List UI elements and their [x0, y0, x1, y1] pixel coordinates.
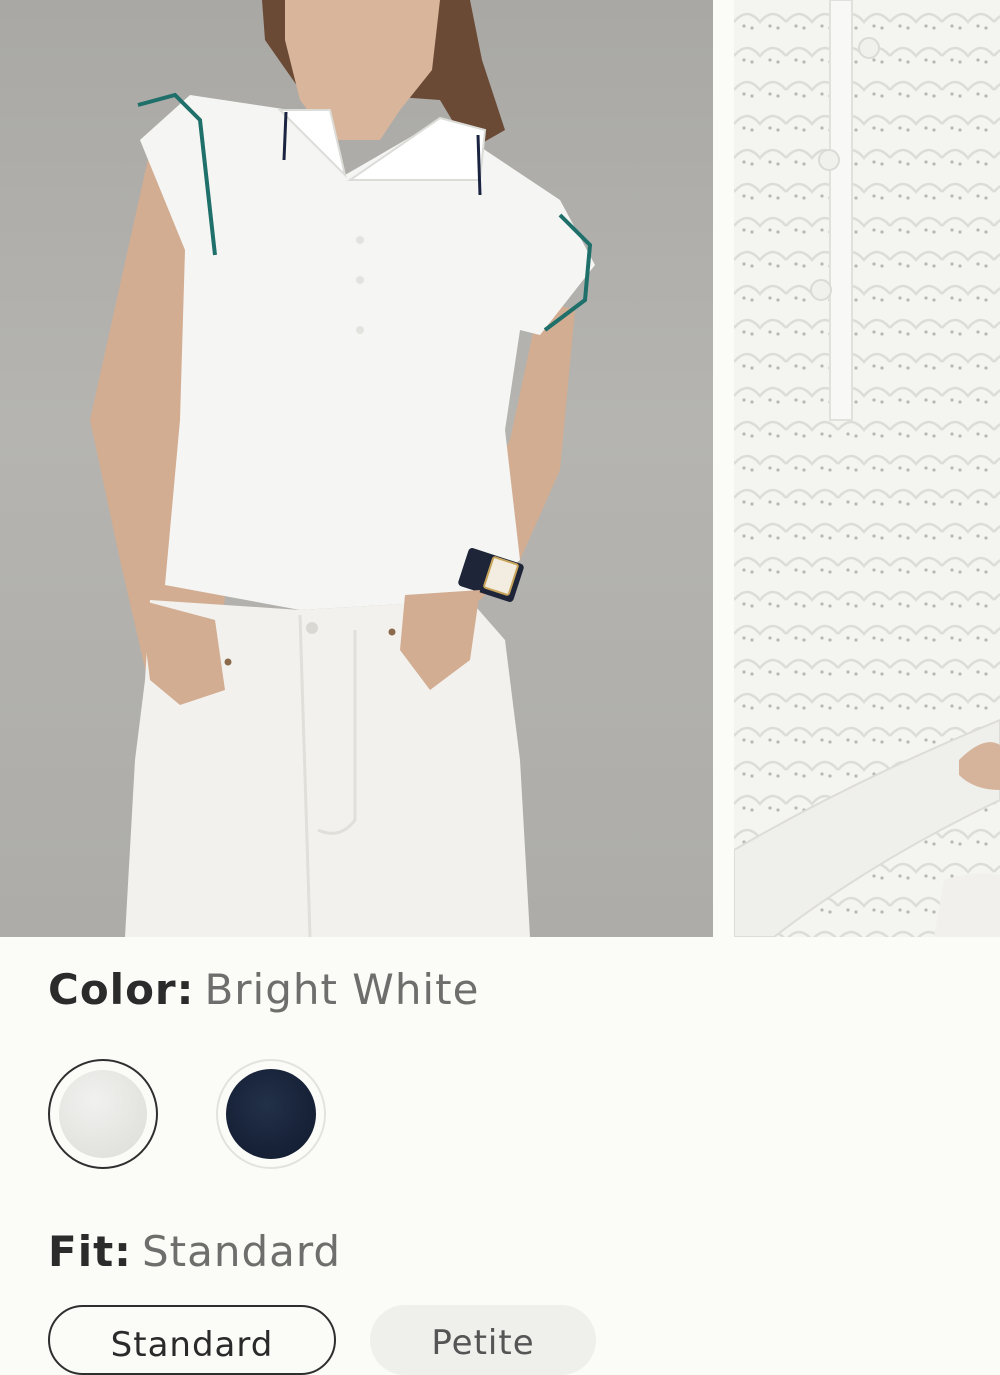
- model-illustration: [90, 0, 595, 937]
- color-option-label: Color: Bright White: [48, 969, 479, 1011]
- product-photo-fabric-detail[interactable]: [734, 0, 1000, 937]
- fit-option-petite-button[interactable]: Petite: [370, 1305, 596, 1375]
- product-image-gallery[interactable]: [0, 0, 1000, 937]
- fit-selected-value: Standard: [141, 1227, 342, 1276]
- fit-option-standard-button[interactable]: Standard: [48, 1305, 336, 1375]
- fit-label-key: Fit:: [48, 1227, 132, 1276]
- fit-option-label: Fit: Standard: [48, 1231, 341, 1273]
- color-swatch-navy[interactable]: [216, 1059, 326, 1169]
- color-swatch-chip-bright-white: [59, 1070, 147, 1158]
- color-swatch-chip-navy: [226, 1069, 316, 1159]
- color-selected-value: Bright White: [204, 965, 480, 1014]
- product-photo-model[interactable]: [0, 0, 713, 937]
- color-swatch-bright-white[interactable]: [48, 1059, 158, 1169]
- color-label-key: Color:: [48, 965, 195, 1014]
- fabric-detail-illustration: [734, 0, 1000, 937]
- product-options-panel: Color: Bright White Fit: Standard Standard…: [0, 937, 1000, 1375]
